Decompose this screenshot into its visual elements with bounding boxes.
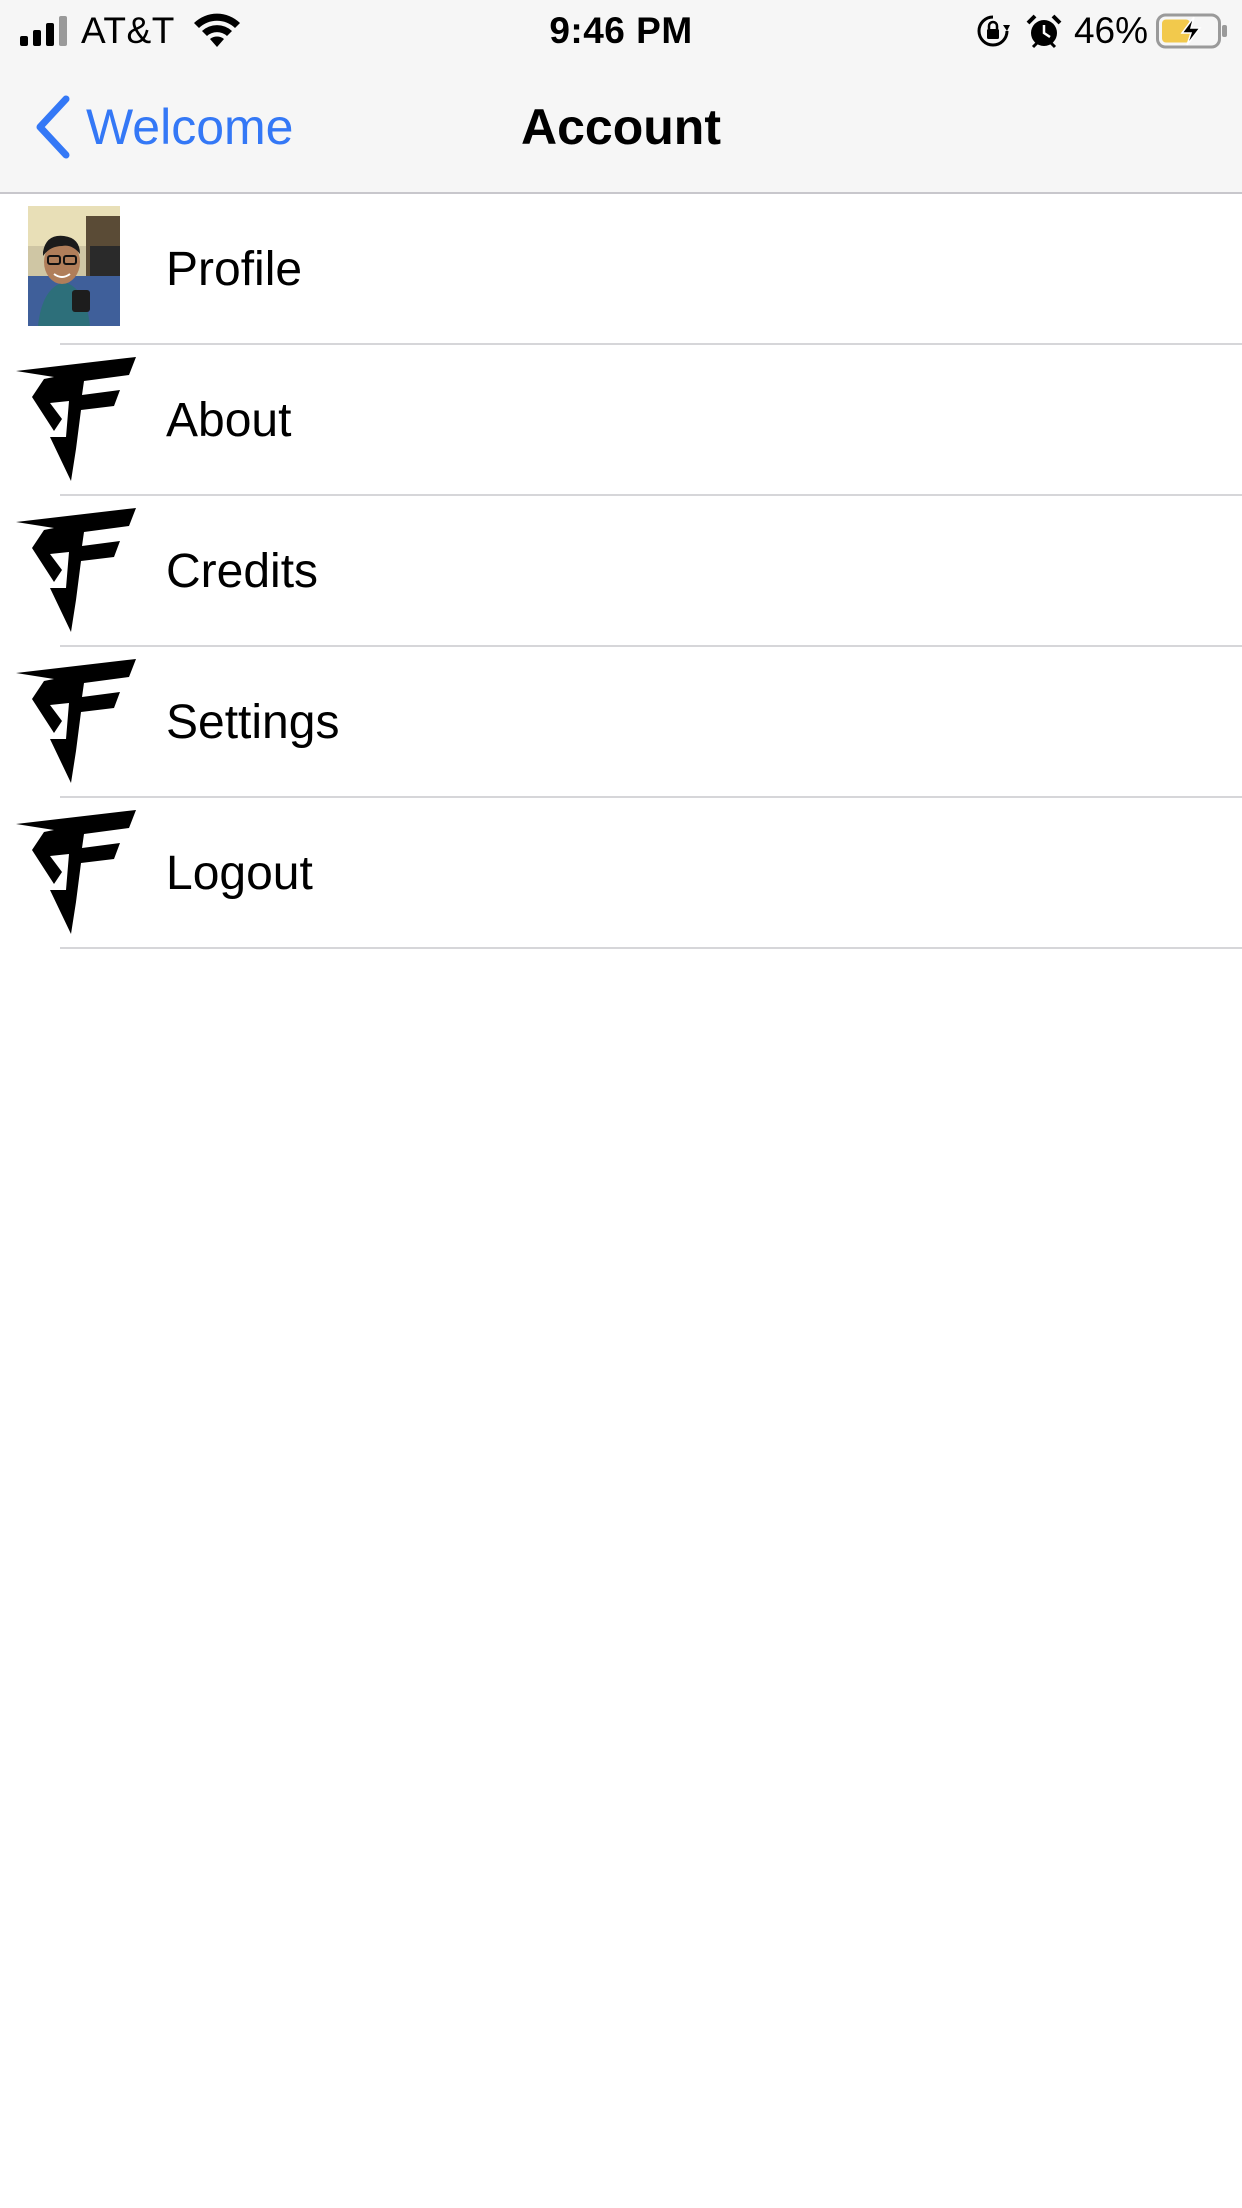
status-bar: AT&T 9:46 PM 46% <box>0 0 1242 62</box>
orientation-lock-icon <box>977 15 1010 47</box>
battery-percent: 46% <box>1073 10 1148 51</box>
sf-logo-icon <box>16 659 136 783</box>
sf-logo-icon <box>16 508 136 632</box>
menu-item-label: About <box>166 394 292 447</box>
menu-item-label: Profile <box>166 243 303 296</box>
battery-charging-icon <box>1156 13 1227 49</box>
row-separator <box>60 947 1242 949</box>
account-menu-list: Profile About Credits Settings Logout <box>0 194 1242 949</box>
menu-item-label: Settings <box>166 696 340 749</box>
sf-logo-icon <box>16 357 136 481</box>
menu-item-credits[interactable]: Credits <box>0 496 1242 647</box>
profile-avatar <box>28 206 120 326</box>
menu-item-about[interactable]: About <box>0 345 1242 496</box>
menu-item-profile[interactable]: Profile <box>0 194 1242 345</box>
menu-item-label: Credits <box>166 545 319 598</box>
page-title: Account <box>521 99 721 155</box>
navigation-bar: Welcome Account <box>0 62 1242 194</box>
menu-item-settings[interactable]: Settings <box>0 647 1242 798</box>
menu-item-label: Logout <box>166 847 313 900</box>
sf-logo-icon <box>16 810 136 934</box>
menu-item-logout[interactable]: Logout <box>0 798 1242 949</box>
alarm-icon <box>1026 14 1062 49</box>
status-right: 46% <box>976 10 1228 52</box>
